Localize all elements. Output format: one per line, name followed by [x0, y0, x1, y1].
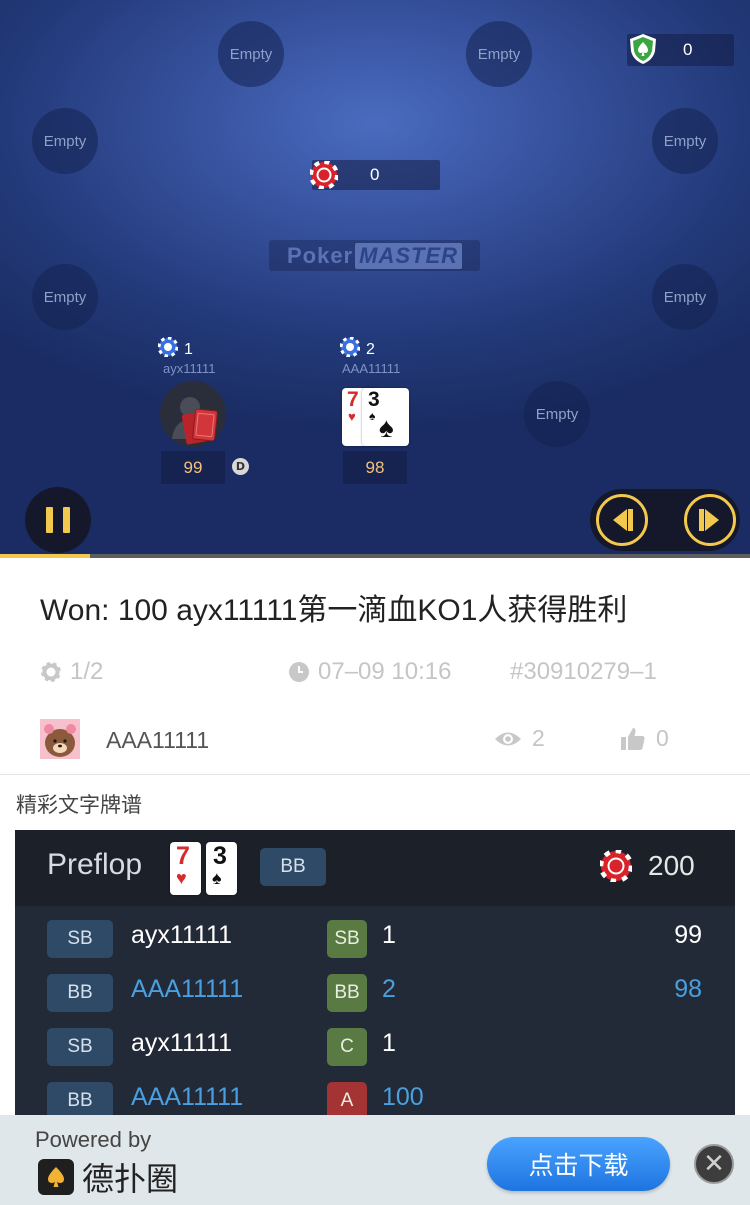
- poker-master-logo: Poker MASTER: [269, 240, 480, 271]
- spade-icon: ♠: [369, 409, 376, 423]
- powered-by-label: Powered by: [35, 1127, 152, 1152]
- spade-large-icon: ♠: [379, 412, 394, 443]
- empty-seat[interactable]: Empty: [32, 108, 98, 174]
- action-badge: C: [327, 1028, 367, 1066]
- author-name[interactable]: AAA11111: [106, 727, 209, 754]
- spade-icon: ♠: [212, 868, 222, 888]
- hand-id: #30910279–1: [510, 658, 657, 685]
- author-row: AAA11111 2 0: [0, 715, 750, 775]
- eye-icon: [495, 732, 521, 745]
- action-player: AAA11111: [131, 1083, 244, 1111]
- empty-seat[interactable]: Empty: [218, 21, 284, 87]
- hand-log: Preflop 7 ♥ 3 ♠ BB 200 SB ayx11111 SB 1 …: [15, 830, 735, 1130]
- remaining-stack: 98: [674, 975, 702, 1003]
- action-amount: 1: [382, 1029, 396, 1057]
- clock-icon: [289, 662, 309, 682]
- blue-chip-icon: [339, 336, 361, 362]
- download-button[interactable]: 点击下载: [487, 1137, 670, 1191]
- empty-seat[interactable]: Empty: [524, 381, 590, 447]
- action-row: SB ayx11111 SB 1 99: [15, 913, 735, 967]
- action-badge: SB: [327, 920, 367, 958]
- street-header: Preflop 7 ♥ 3 ♠ BB 200: [15, 830, 735, 906]
- poker-table: Empty Empty Empty Empty Empty Empty Empt…: [0, 0, 750, 557]
- action-amount: 2: [382, 975, 396, 1003]
- pause-bar-icon: [63, 507, 70, 533]
- action-amount: 1: [382, 921, 396, 949]
- spade-logo-icon: [38, 1159, 74, 1195]
- shield-count: 0: [683, 40, 693, 59]
- replay-progress-fill: [0, 554, 90, 558]
- action-player: ayx11111: [131, 1029, 233, 1057]
- remaining-stack: 99: [674, 921, 702, 949]
- player-bet: 2: [339, 336, 375, 362]
- download-banner: Powered by 德扑圈 点击下载 ✕: [0, 1115, 750, 1205]
- empty-seat[interactable]: Empty: [652, 108, 718, 174]
- player-stack: 99: [161, 451, 225, 484]
- replay-nav: [590, 489, 740, 551]
- thumbs-up-icon: [621, 727, 645, 750]
- empty-seat[interactable]: Empty: [466, 21, 532, 87]
- shield-counter: 0: [627, 34, 734, 66]
- log-pot: 200: [600, 850, 695, 882]
- empty-seat[interactable]: Empty: [652, 264, 718, 330]
- player-name: AAA11111: [342, 361, 401, 376]
- action-player: AAA11111: [131, 975, 244, 1003]
- pause-button[interactable]: [25, 487, 91, 553]
- like-button[interactable]: 0: [620, 725, 669, 752]
- section-title: 精彩文字牌谱: [16, 793, 142, 817]
- pause-bar-icon: [46, 507, 53, 533]
- position-badge: SB: [47, 1028, 113, 1066]
- chip-icon: [600, 850, 632, 882]
- action-amount: 100: [382, 1083, 424, 1111]
- player-stack: 98: [343, 451, 407, 484]
- blinds-info: 1/2: [40, 658, 103, 686]
- player-bet: 1: [157, 336, 193, 362]
- step-back-icon: [613, 509, 633, 531]
- action-player: ayx11111: [131, 921, 233, 949]
- player-avatar[interactable]: [160, 381, 226, 447]
- heart-icon: ♥: [348, 409, 356, 424]
- close-banner-button[interactable]: ✕: [694, 1144, 734, 1184]
- player-name: ayx11111: [163, 361, 216, 376]
- replay-progress-track[interactable]: [0, 554, 750, 558]
- step-forward-icon: [699, 509, 719, 531]
- heart-icon: ♥: [176, 868, 187, 888]
- close-icon: ✕: [703, 1149, 725, 1179]
- next-step-button[interactable]: [684, 494, 736, 546]
- log-card-three-spades: 3 ♠: [206, 842, 237, 895]
- brand: 德扑圈: [38, 1154, 178, 1200]
- view-count: 2: [494, 725, 545, 752]
- dealer-button: D: [232, 458, 249, 475]
- avatar[interactable]: [40, 719, 80, 759]
- pot-display: 0: [309, 160, 440, 193]
- brand-name: 德扑圈: [82, 1160, 179, 1198]
- previous-step-button[interactable]: [596, 494, 648, 546]
- position-badge: SB: [47, 920, 113, 958]
- chip-icon: [309, 160, 339, 193]
- action-badge: BB: [327, 974, 367, 1012]
- hero-position-badge: BB: [260, 848, 326, 886]
- position-badge: BB: [47, 974, 113, 1012]
- action-row: SB ayx11111 C 1: [15, 1021, 735, 1075]
- pot-amount: 0: [370, 165, 380, 184]
- datetime-info: 07–09 10:16: [288, 658, 451, 686]
- result-title: Won: 100 ayx11111第一滴血KO1人获得胜利: [40, 594, 628, 627]
- hole-card-three-spades: 3 ♠ ♠: [362, 388, 409, 446]
- chip-icon: [40, 661, 62, 683]
- log-card-seven-hearts: 7 ♥: [170, 842, 201, 895]
- empty-seat[interactable]: Empty: [32, 264, 98, 330]
- street-name: Preflop: [47, 848, 143, 881]
- blue-chip-icon: [157, 336, 179, 362]
- action-row: BB AAA11111 BB 2 98: [15, 967, 735, 1021]
- shield-spade-icon: [627, 32, 659, 70]
